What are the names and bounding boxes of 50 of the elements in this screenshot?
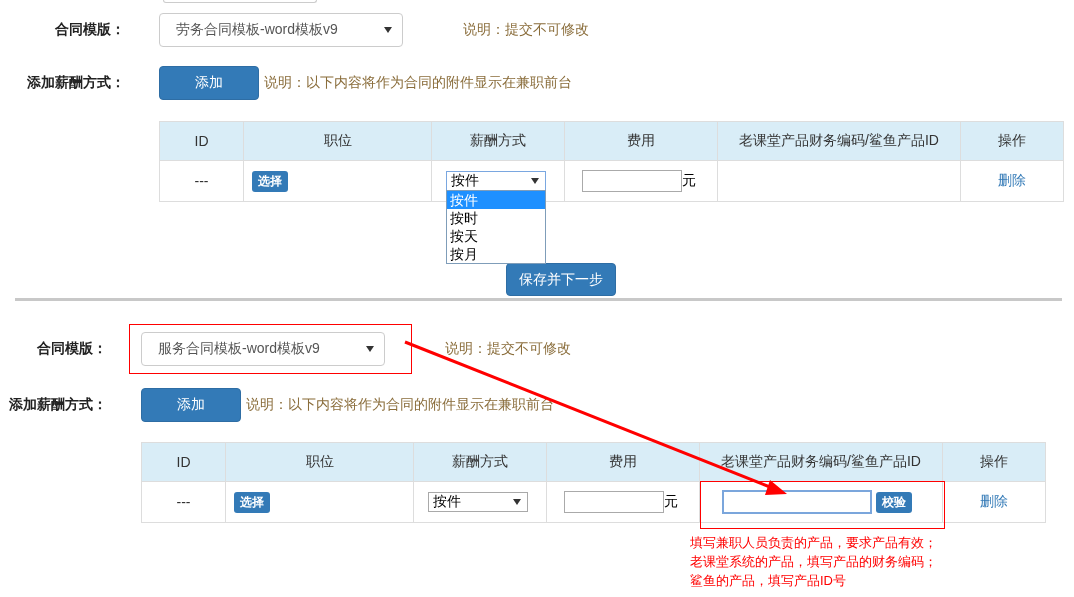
column-header: 老课堂产品财务编码/鲨鱼产品ID bbox=[717, 121, 961, 161]
dropdown-option[interactable]: 按件 bbox=[447, 191, 545, 209]
column-header: 老课堂产品财务编码/鲨鱼产品ID bbox=[699, 442, 943, 482]
dropdown-option[interactable]: 按天 bbox=[447, 227, 545, 245]
note-text: 说明：以下内容将作为合同的附件显示在兼职前台 bbox=[246, 396, 554, 414]
field-label: 合同模版： bbox=[54, 21, 125, 39]
column-header: 操作 bbox=[960, 121, 1064, 161]
delete-link[interactable]: 删除 bbox=[980, 493, 1008, 509]
column-header: 职位 bbox=[225, 442, 414, 482]
column-header: 操作 bbox=[942, 442, 1046, 482]
annotation-text: 鲨鱼的产品，填写产品ID号 bbox=[690, 572, 847, 590]
caret-icon bbox=[366, 346, 374, 352]
column-header: 费用 bbox=[546, 442, 700, 482]
caret-icon bbox=[531, 178, 539, 184]
delete-link[interactable]: 删除 bbox=[998, 172, 1026, 188]
table-cell: --- bbox=[159, 160, 244, 202]
template-select[interactable]: 劳务合同模板-word模板v9 bbox=[159, 13, 403, 47]
column-header: ID bbox=[141, 442, 226, 482]
note-text: 说明：以下内容将作为合同的附件显示在兼职前台 bbox=[264, 74, 572, 92]
column-header: 薪酬方式 bbox=[413, 442, 547, 482]
column-header: 薪酬方式 bbox=[431, 121, 565, 161]
unit-label: 元 bbox=[682, 172, 696, 188]
field-label: 合同模版： bbox=[36, 340, 107, 358]
select-button[interactable]: 选择 bbox=[252, 170, 288, 192]
table-cell: --- bbox=[141, 481, 226, 523]
fee-input[interactable] bbox=[582, 170, 682, 192]
save-next-button[interactable]: 保存并下一步 bbox=[506, 263, 616, 296]
note-text: 说明：提交不可修改 bbox=[445, 340, 571, 358]
select-field[interactable] bbox=[163, 0, 317, 3]
unit-label: 元 bbox=[664, 493, 678, 509]
annotation-text: 老课堂系统的产品，填写产品的财务编码； bbox=[690, 553, 938, 571]
fee-input[interactable] bbox=[564, 491, 664, 513]
verify-button[interactable]: 校验 bbox=[876, 491, 912, 513]
template-select[interactable]: 服务合同模板-word模板v9 bbox=[141, 332, 385, 366]
note-text: 说明：提交不可修改 bbox=[463, 21, 589, 39]
add-button[interactable]: 添加 bbox=[141, 388, 241, 422]
dropdown-option[interactable]: 按时 bbox=[447, 209, 545, 227]
add-button[interactable]: 添加 bbox=[159, 66, 259, 100]
column-header: 职位 bbox=[243, 121, 432, 161]
field-label: 添加薪酬方式： bbox=[8, 396, 107, 414]
field-label: 添加薪酬方式： bbox=[26, 74, 125, 92]
caret-icon bbox=[513, 499, 521, 505]
caret-icon bbox=[384, 27, 392, 33]
column-header: ID bbox=[159, 121, 244, 161]
select-button[interactable]: 选择 bbox=[234, 491, 270, 513]
column-header: 费用 bbox=[564, 121, 718, 161]
annotation-text: 填写兼职人员负责的产品，要求产品有效； bbox=[690, 534, 938, 552]
product-code-input[interactable] bbox=[722, 490, 872, 514]
dropdown-option[interactable]: 按月 bbox=[447, 245, 545, 263]
pay-method-select[interactable]: 按件 bbox=[428, 492, 528, 512]
